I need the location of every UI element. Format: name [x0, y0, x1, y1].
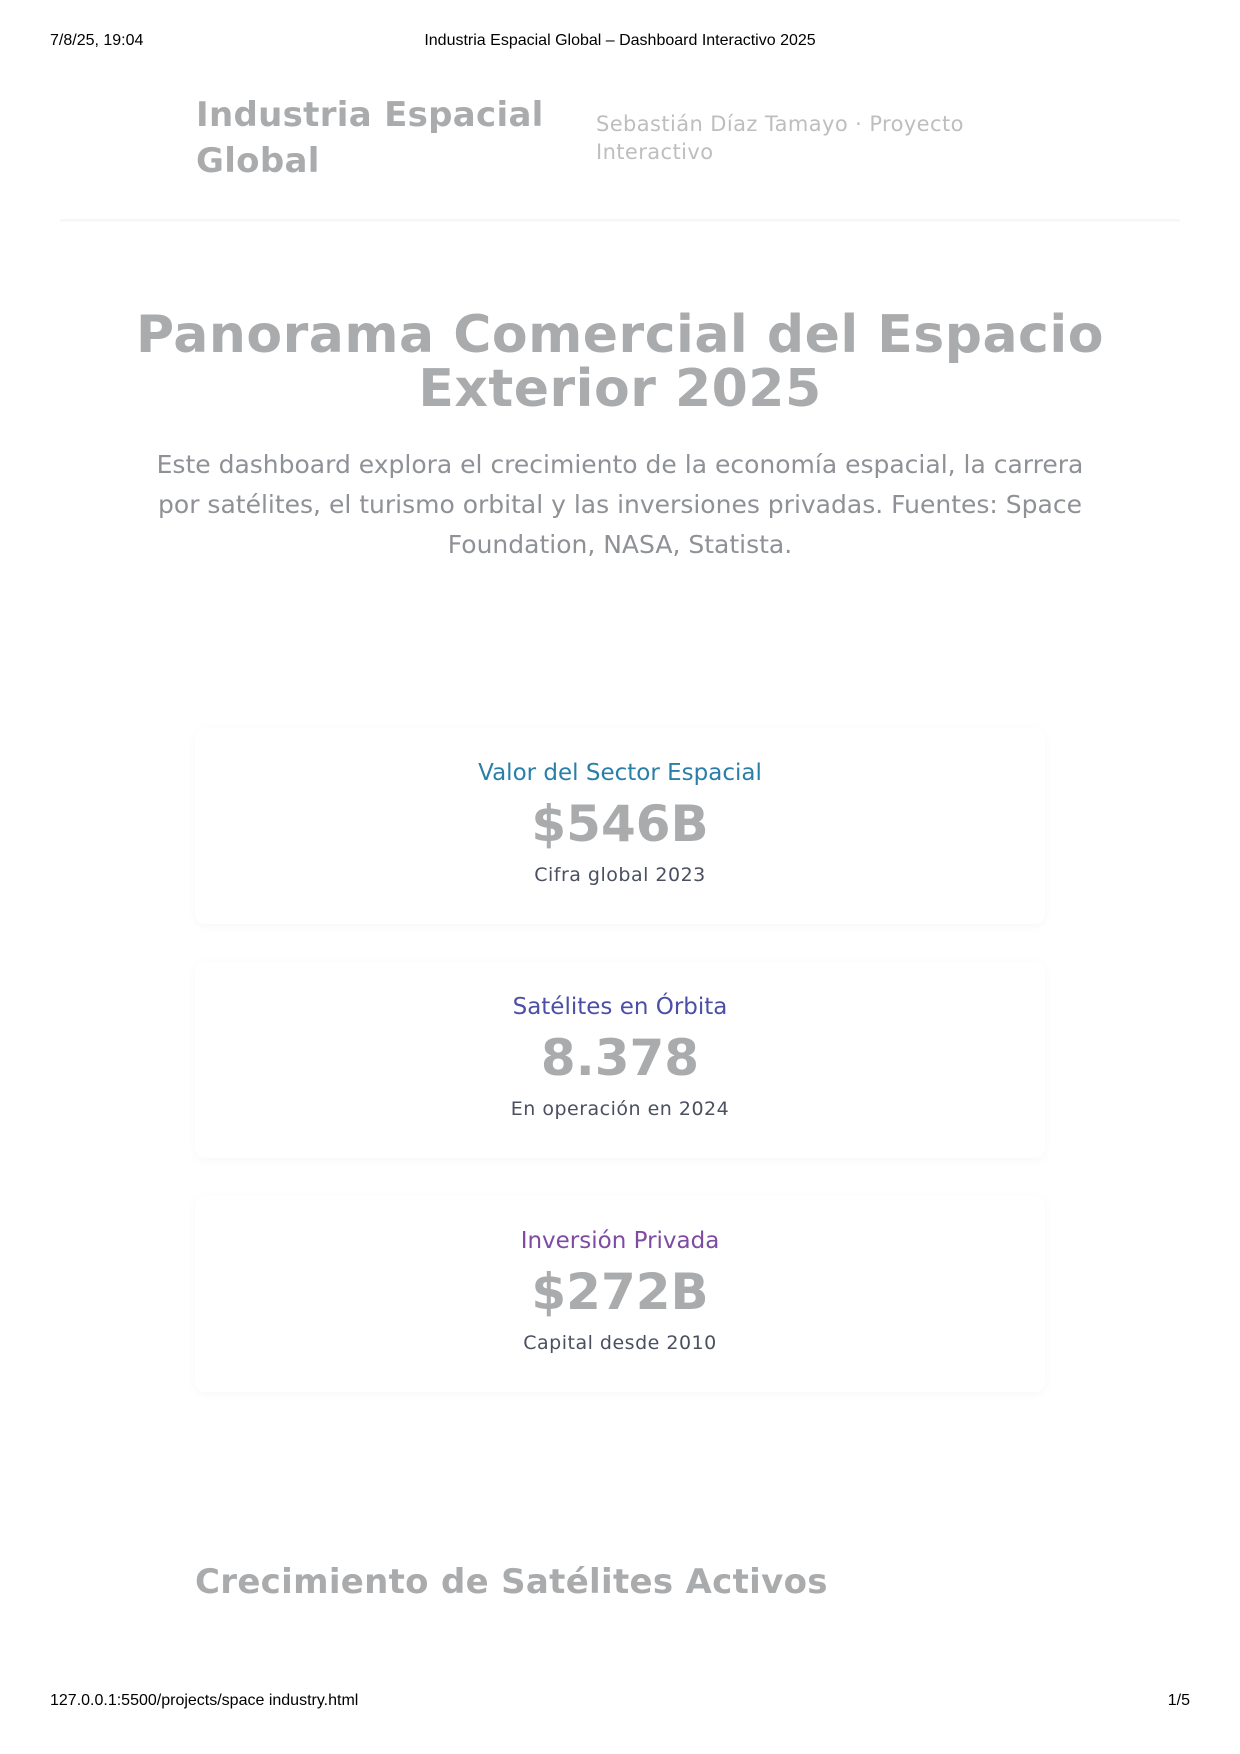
stat-card-subtitle: En operación en 2024: [510, 1098, 730, 1120]
page-title: Panorama Comercial del Espacio Exterior …: [136, 305, 1104, 419]
print-title: Industria Espacial Global – Dashboard In…: [424, 32, 816, 49]
stat-card-value: $272B: [531, 1263, 709, 1321]
brand-title[interactable]: Industria Espacial Global: [196, 92, 556, 184]
stat-card-title: Satélites en Órbita: [512, 994, 728, 1020]
section-title: Crecimiento de Satélites Activos: [195, 1562, 828, 1602]
stat-card-private-investment: Inversión Privada $272B Capital desde 20…: [195, 1196, 1045, 1392]
stat-card-subtitle: Cifra global 2023: [534, 864, 706, 886]
stat-card-value: $546B: [531, 795, 709, 853]
print-url: 127.0.0.1:5500/projects/space industry.h…: [50, 1692, 359, 1709]
site-header: Industria Espacial Global Sebastián Díaz…: [60, 92, 1180, 222]
print-page-number: 1/5: [1167, 1692, 1190, 1709]
page: 7/8/25, 19:04 Industria Espacial Global …: [0, 0, 1240, 1754]
stat-card-title: Inversión Privada: [520, 1228, 720, 1254]
print-footer: 127.0.0.1:5500/projects/space industry.h…: [50, 1692, 1190, 1716]
hero-description: Este dashboard explora el crecimiento de…: [156, 450, 1084, 559]
stat-card-title: Valor del Sector Espacial: [478, 760, 762, 786]
print-header: 7/8/25, 19:04 Industria Espacial Global …: [50, 32, 1190, 56]
stat-card-value: 8.378: [540, 1029, 700, 1087]
author-byline: Sebastián Díaz Tamayo · Proyecto Interac…: [596, 112, 964, 164]
stat-card-satellites: Satélites en Órbita 8.378 En operación e…: [195, 962, 1045, 1158]
stat-card-sector-value: Valor del Sector Espacial $546B Cifra gl…: [195, 728, 1045, 924]
stat-card-subtitle: Capital desde 2010: [523, 1332, 717, 1354]
